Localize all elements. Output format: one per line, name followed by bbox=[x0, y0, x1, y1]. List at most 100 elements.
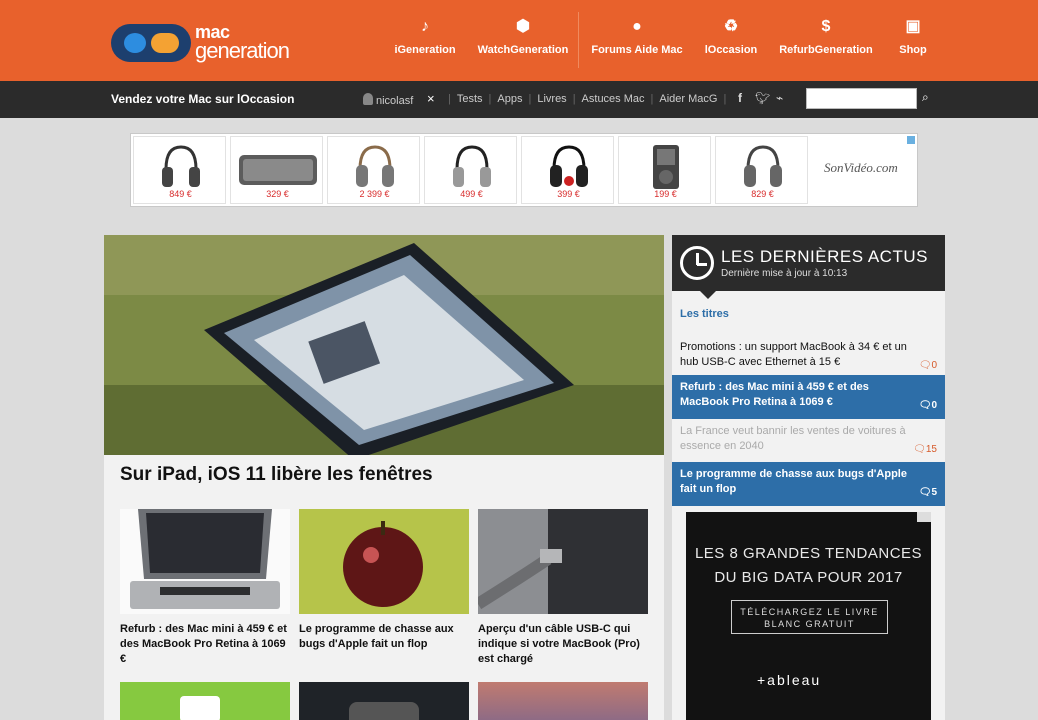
adchoices-icon[interactable] bbox=[907, 136, 915, 144]
ad-product[interactable]: 499 € bbox=[424, 136, 517, 204]
article-card-title: Le programme de chasse aux bugs d'Apple … bbox=[299, 623, 454, 650]
sidebar-title: LES DERNIÈRES ACTUS bbox=[721, 247, 928, 266]
site-link-label: Shop bbox=[899, 44, 927, 56]
nav-separator: | bbox=[572, 93, 576, 105]
logout-close-icon[interactable]: × bbox=[427, 91, 435, 106]
site-link-watchgeneration[interactable]: ⬢ WatchGeneration bbox=[474, 16, 572, 56]
tableau-logo: +ableau bbox=[757, 672, 822, 688]
ad-product[interactable]: 399 € bbox=[521, 136, 614, 204]
apple-image bbox=[299, 509, 469, 614]
tableau-ad[interactable]: LES 8 GRANDES TENDANCES DU BIG DATA POUR… bbox=[686, 512, 931, 720]
main-articles: Sur iPad, iOS 11 libère les fenêtres Ref… bbox=[104, 235, 664, 720]
logo-dot-orange bbox=[151, 33, 179, 53]
article-thumbnail[interactable] bbox=[478, 682, 648, 720]
ad-headline-line1: LES 8 GRANDES TENDANCES bbox=[694, 545, 923, 562]
username: nicolasf bbox=[376, 95, 414, 107]
latest-news-sidebar: LES DERNIÈRES ACTUS Dernière mise à jour… bbox=[672, 235, 945, 720]
facebook-icon[interactable]: f bbox=[738, 91, 742, 105]
news-item[interactable]: Promotions : un support MacBook à 34 € e… bbox=[672, 335, 945, 379]
nav-link-livres[interactable]: Livres bbox=[537, 93, 566, 105]
article-card-title: Aperçu d'un câble USB-C qui indique si v… bbox=[478, 623, 640, 665]
hero-title[interactable]: Sur iPad, iOS 11 libère les fenêtres bbox=[120, 464, 433, 486]
ad-price: 399 € bbox=[557, 189, 580, 199]
news-item[interactable]: Refurb : des Mac mini à 459 € et des Mac… bbox=[672, 375, 945, 419]
headphones-image bbox=[356, 145, 394, 187]
article-card[interactable]: Refurb : des Mac mini à 459 € et des Mac… bbox=[120, 509, 290, 667]
header-divider bbox=[578, 12, 579, 68]
site-link-label: lOccasion bbox=[704, 44, 758, 56]
headphones-image bbox=[453, 145, 491, 187]
music-player-image bbox=[653, 145, 679, 189]
ad-price: 499 € bbox=[460, 189, 483, 199]
usb-c-cable-image bbox=[478, 509, 648, 614]
ipad-on-grass-image bbox=[104, 235, 664, 455]
ad-product[interactable]: 849 € bbox=[133, 136, 226, 204]
headphones-ad-banner[interactable]: 849 € 329 € 2 399 € 499 € 399 € 199 € 82… bbox=[130, 133, 918, 207]
sidebar-header: LES DERNIÈRES ACTUS Dernière mise à jour… bbox=[672, 235, 945, 291]
shop-bag-icon: ▣ bbox=[905, 18, 921, 35]
download-whitepaper-button[interactable]: TÉLÉCHARGEZ LE LIVRE BLANC GRATUIT bbox=[731, 600, 888, 634]
article-card[interactable]: Aperçu d'un câble USB-C qui indique si v… bbox=[478, 509, 648, 667]
news-item[interactable]: La France veut bannir les ventes de voit… bbox=[672, 419, 945, 463]
ad-product[interactable]: 2 399 € bbox=[327, 136, 420, 204]
site-link-igeneration[interactable]: ♪ iGeneration bbox=[392, 16, 458, 56]
comment-count-value: 15 bbox=[925, 444, 937, 455]
header-notch bbox=[700, 291, 716, 299]
article-thumbnail[interactable] bbox=[299, 682, 469, 720]
news-item[interactable]: Le programme de chasse aux bugs d'Apple … bbox=[672, 462, 945, 506]
ad-product[interactable]: 199 € bbox=[618, 136, 711, 204]
nav-separator: | bbox=[723, 93, 727, 105]
search-icon[interactable]: ⌕ bbox=[922, 90, 929, 105]
user-icon bbox=[363, 93, 373, 105]
nav-link-apps[interactable]: Apps bbox=[497, 93, 522, 105]
nav-separator: | bbox=[650, 93, 654, 105]
site-link-label: WatchGeneration bbox=[477, 44, 569, 56]
site-link-loccasion[interactable]: ♻ lOccasion bbox=[700, 16, 762, 56]
hero-image[interactable] bbox=[104, 235, 664, 455]
sell-mac-link[interactable]: Vendez votre Mac sur lOccasion bbox=[111, 92, 294, 106]
macbook-image bbox=[120, 509, 290, 614]
site-header: mac generation ♪ iGeneration ⬢ WatchGene… bbox=[0, 0, 1038, 81]
site-link-forums[interactable]: ● Forums Aide Mac bbox=[588, 16, 686, 56]
headphones-image bbox=[744, 145, 782, 187]
twitter-icon[interactable]: 🐦︎ bbox=[755, 91, 770, 105]
ad-price: 829 € bbox=[751, 189, 774, 199]
speaker-image bbox=[239, 155, 317, 185]
article-thumbnail[interactable] bbox=[120, 682, 290, 720]
site-link-label: Forums Aide Mac bbox=[591, 44, 683, 56]
ad-product[interactable]: 829 € bbox=[715, 136, 808, 204]
macgeneration-logo[interactable]: mac generation bbox=[111, 22, 311, 64]
rss-icon[interactable]: ⌁ bbox=[776, 91, 783, 105]
logo-pill bbox=[111, 24, 191, 62]
ad-brand-logo: SonVidéo.com bbox=[824, 160, 898, 175]
nav-link-aider[interactable]: Aider MacG bbox=[659, 93, 717, 105]
headphones-image bbox=[550, 145, 588, 187]
headphones-image bbox=[162, 145, 200, 187]
news-title: La France veut bannir les ventes de voit… bbox=[680, 425, 906, 452]
ad-price: 849 € bbox=[169, 189, 192, 199]
nav-link-tests[interactable]: Tests bbox=[457, 93, 483, 105]
tab-les-titres[interactable]: Les titres bbox=[680, 308, 729, 320]
nav-separator: | bbox=[528, 93, 532, 105]
site-link-refurbgeneration[interactable]: $ RefurbGeneration bbox=[775, 16, 877, 56]
logo-dot-blue bbox=[124, 33, 146, 53]
nav-links: | Tests | Apps | Livres | Astuces Mac | Aider Mac… bbox=[442, 93, 732, 105]
recycle-icon: ♻ bbox=[723, 18, 739, 35]
earphones-icon: ♪ bbox=[421, 18, 429, 35]
nav-link-astuces[interactable]: Astuces Mac bbox=[582, 93, 645, 105]
nav-separator: | bbox=[448, 93, 451, 105]
chat-bubble-icon: ● bbox=[632, 18, 642, 35]
ad-product[interactable]: 329 € bbox=[230, 136, 323, 204]
comment-count-value: 0 bbox=[931, 360, 937, 371]
hexagon-grid-icon: ⬢ bbox=[516, 18, 530, 35]
article-card[interactable]: Le programme de chasse aux bugs d'Apple … bbox=[299, 509, 469, 652]
site-link-label: RefurbGeneration bbox=[779, 44, 873, 56]
search-input[interactable] bbox=[806, 88, 917, 109]
site-link-label: iGeneration bbox=[394, 44, 456, 56]
ad-price: 199 € bbox=[654, 189, 677, 199]
comment-count: 🗨︎15 bbox=[913, 444, 937, 455]
logo-text-generation: generation bbox=[195, 38, 290, 63]
user-account[interactable]: nicolasf bbox=[363, 93, 413, 107]
adchoices-icon[interactable] bbox=[917, 512, 931, 522]
site-link-shop[interactable]: ▣ Shop bbox=[895, 16, 931, 56]
